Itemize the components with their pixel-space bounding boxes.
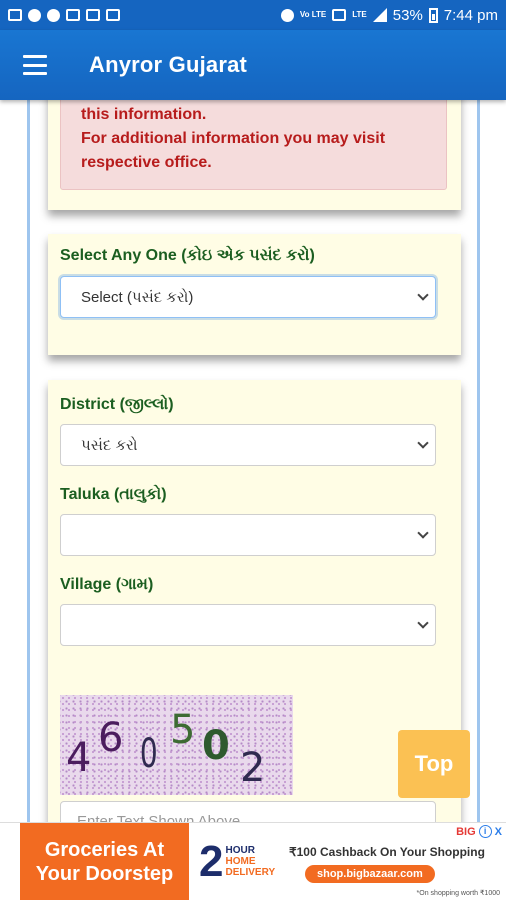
volte-indicator: Vo LTE: [299, 10, 327, 19]
ad-headline-line: Groceries At: [44, 839, 165, 861]
chevron-down-icon: [417, 527, 429, 539]
signal-icon: [372, 8, 387, 22]
captcha-image: 4 6 0 5 0 2: [60, 695, 293, 795]
captcha-digit: 2: [240, 745, 266, 791]
village-dropdown[interactable]: [60, 604, 436, 646]
gallery-icon: [86, 9, 100, 21]
ad-banner[interactable]: Groceries At Your Doorstep 2 HOUR HOME D…: [0, 822, 506, 900]
district-label: District (જીલ્લો): [60, 396, 174, 413]
captcha-input[interactable]: Enter Text Shown Above: [60, 801, 436, 822]
battery-percent: 53%: [392, 6, 423, 24]
ad-delivery: DELIVERY: [225, 867, 276, 878]
ad-home: HOME: [225, 856, 256, 867]
notice-line: respective office.: [81, 154, 212, 171]
status-bar: Vo LTE LTE 53% 7:44 pm: [0, 0, 506, 30]
main-content[interactable]: this information. For additional informa…: [0, 100, 506, 822]
captcha-digit: 6: [98, 715, 124, 761]
system-icons: Vo LTE LTE 53% 7:44 pm: [280, 6, 498, 24]
scroll-top-button[interactable]: Top: [398, 730, 470, 798]
app-bar: Anyror Gujarat: [0, 30, 506, 100]
notice-card: this information. For additional informa…: [48, 100, 461, 210]
download-icon: [106, 9, 120, 21]
notice-line: this information.: [81, 106, 207, 123]
close-icon[interactable]: X: [495, 826, 502, 838]
ad-url-button[interactable]: shop.bigbazaar.com: [305, 865, 435, 883]
messenger-icon: [28, 8, 41, 22]
ad-headline: Groceries At Your Doorstep: [20, 823, 189, 900]
messenger-icon-2: [47, 8, 60, 22]
app-title: Anyror Gujarat: [89, 52, 248, 77]
instagram-icon: [66, 9, 80, 21]
message-icon: [8, 9, 22, 21]
data-saver-icon: [332, 9, 347, 21]
captcha-digit: 4: [66, 735, 92, 781]
chevron-down-icon: [417, 437, 429, 449]
ad-big-number: 2: [199, 836, 224, 886]
ad-choices[interactable]: BIG i X: [456, 825, 502, 838]
notification-icons: [8, 8, 120, 22]
alarm-icon: [280, 8, 294, 22]
ad-hour: HOUR: [225, 845, 255, 856]
info-icon[interactable]: i: [478, 825, 492, 838]
select-type-card: Select Any One (કોઇ એક પસંદ કરો) Select …: [48, 234, 461, 355]
ad-offer: BIG i X ₹100 Cashback On Your Shopping s…: [289, 823, 506, 900]
taluka-label: Taluka (તાલુકો): [60, 486, 167, 503]
notice-line: For additional information you may visit: [81, 130, 386, 147]
notice-alert: this information. For additional informa…: [60, 100, 447, 190]
lte-indicator: LTE: [352, 10, 367, 19]
village-label: Village (ગામ): [60, 576, 154, 593]
district-dropdown[interactable]: પસંદ કરો: [60, 424, 436, 466]
captcha-digit: 5: [170, 707, 196, 753]
ad-headline-line: Your Doorstep: [35, 863, 174, 885]
captcha-digit: 0: [202, 723, 230, 769]
select-any-value: Select (પસંદ કરો): [81, 288, 194, 306]
battery-icon: [428, 7, 438, 23]
ad-footnote: *On shopping worth ₹1000: [416, 890, 500, 897]
ad-delivery-text: HOUR HOME DELIVERY: [225, 845, 275, 878]
clock: 7:44 pm: [443, 6, 498, 24]
select-any-label: Select Any One (કોઇ એક પસંદ કરો): [60, 247, 315, 264]
select-any-dropdown[interactable]: Select (પસંદ કરો): [60, 276, 436, 318]
ad-delivery-logo: 2 HOUR HOME DELIVERY: [189, 823, 289, 900]
chevron-down-icon: [417, 289, 429, 301]
district-value: પસંદ કરો: [81, 436, 138, 454]
chevron-down-icon: [417, 617, 429, 629]
ad-cashback: ₹100 Cashback On Your Shopping: [289, 845, 485, 859]
taluka-dropdown[interactable]: [60, 514, 436, 556]
captcha-digit: 0: [139, 731, 158, 777]
ad-brand: BIG: [456, 825, 476, 838]
hamburger-menu-icon[interactable]: [23, 55, 47, 75]
